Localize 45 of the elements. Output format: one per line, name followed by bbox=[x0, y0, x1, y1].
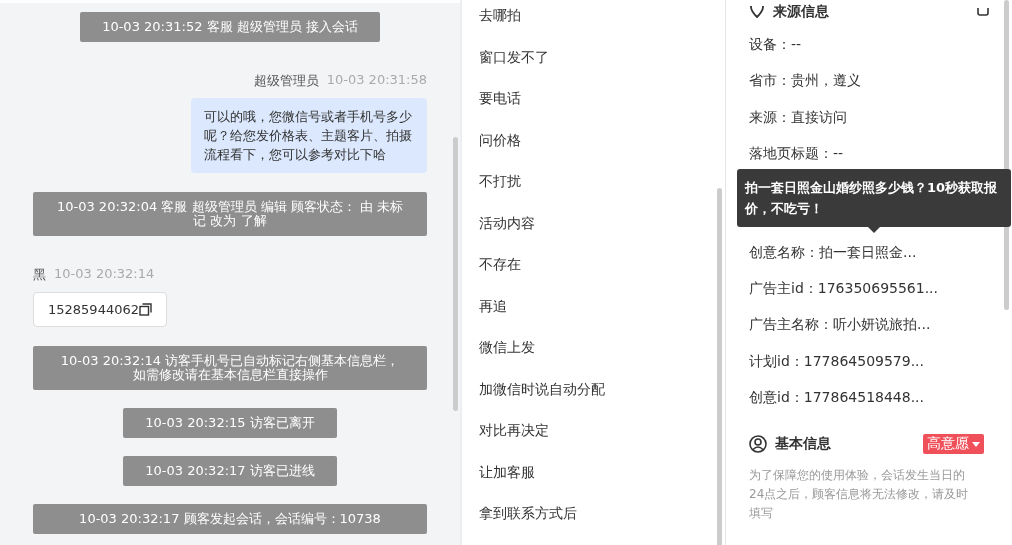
section-title: 来源信息 bbox=[773, 3, 829, 21]
system-message: 10-03 20:32:14 访客手机号已自动标记右侧基本信息栏，如需修改请在基本信息栏直接操作 bbox=[33, 346, 427, 390]
message-bubble: 可以的哦，您微信号或者手机号多少呢？给您发价格表、主题客片、拍摄流程看下，您可以参考对比下哈 bbox=[191, 98, 427, 173]
user-icon bbox=[749, 435, 767, 454]
message-bubble: 15285944062 bbox=[33, 292, 167, 327]
info-row-text: 广告主名称：听小妍说旅拍... bbox=[749, 315, 931, 335]
scrollbar[interactable] bbox=[453, 137, 458, 411]
system-message: 10-03 20:32:17 访客已进线 bbox=[123, 456, 337, 486]
info-row-text: 计划id：177864509579... bbox=[749, 351, 924, 371]
quick-reply-item[interactable]: 再追 bbox=[479, 295, 507, 337]
tooltip-arrow-icon bbox=[868, 227, 880, 234]
info-row-text: 创意id：177864518448... bbox=[749, 387, 924, 407]
scrollbar[interactable] bbox=[717, 188, 722, 545]
info-row-text: 落地页标题：-- bbox=[749, 143, 844, 163]
quick-reply-item[interactable]: 问价格 bbox=[479, 129, 521, 171]
sender-name: 超级管理员 bbox=[253, 72, 319, 90]
quick-reply-item[interactable]: 对比再决定 bbox=[479, 420, 549, 462]
quick-reply-item[interactable]: 不存在 bbox=[479, 254, 521, 296]
message-time: 10-03 20:32:14 bbox=[54, 266, 155, 283]
intent-dropdown[interactable]: 高意愿 bbox=[923, 434, 984, 455]
quick-reply-item[interactable]: 加微信时说自动分配 bbox=[479, 378, 605, 420]
system-message: 10-03 20:32:17 顾客发起会话，会话编号：10738 bbox=[33, 504, 427, 534]
system-message: 10-03 20:31:52 客服 超级管理员 接入会话 bbox=[80, 12, 380, 42]
quick-reply-item[interactable]: 去哪拍 bbox=[479, 5, 521, 47]
quick-reply-item[interactable]: 让加客服 bbox=[479, 461, 535, 503]
info-row-text: 省市：贵州，遵义 bbox=[749, 71, 861, 91]
quick-reply-item[interactable]: 微信上发 bbox=[479, 337, 535, 379]
info-row-text: 来源：直接访问 bbox=[749, 107, 847, 127]
section-title: 基本信息 bbox=[775, 435, 831, 454]
system-message: 10-03 20:32:15 访客已离开 bbox=[123, 408, 337, 438]
quick-reply-item[interactable]: 不打扰 bbox=[479, 171, 521, 213]
quick-reply-item[interactable]: 活动内容 bbox=[479, 212, 535, 254]
scrollbar[interactable] bbox=[1004, 0, 1009, 310]
message-time: 10-03 20:31:58 bbox=[326, 72, 427, 89]
system-message: 10-03 20:32:04 客服 超级管理员 编辑 顾客状态： 由 未标记 改为 了解 bbox=[33, 192, 427, 236]
caret-icon bbox=[972, 441, 980, 447]
info-row-text: 创意名称：拍一套日照金... bbox=[749, 242, 917, 262]
sender-name: 黑 bbox=[33, 266, 46, 284]
notice-text: 为了保障您的使用体验，会话发生当日的24点之后，顾客信息将无法修改，请及时填写 bbox=[749, 467, 970, 523]
quick-reply-item[interactable]: 拿到联系方式后 bbox=[479, 503, 577, 545]
quick-reply-item[interactable]: 要电话 bbox=[479, 88, 521, 130]
quick-reply-item[interactable]: 窗口发不了 bbox=[479, 46, 549, 88]
tooltip: 拍一套日照金山婚纱照多少钱？10秒获取报价，不吃亏！ bbox=[737, 169, 1011, 228]
info-row-text: 设备：-- bbox=[749, 35, 802, 54]
info-row-text: 广告主id：176350695561... bbox=[749, 279, 938, 299]
